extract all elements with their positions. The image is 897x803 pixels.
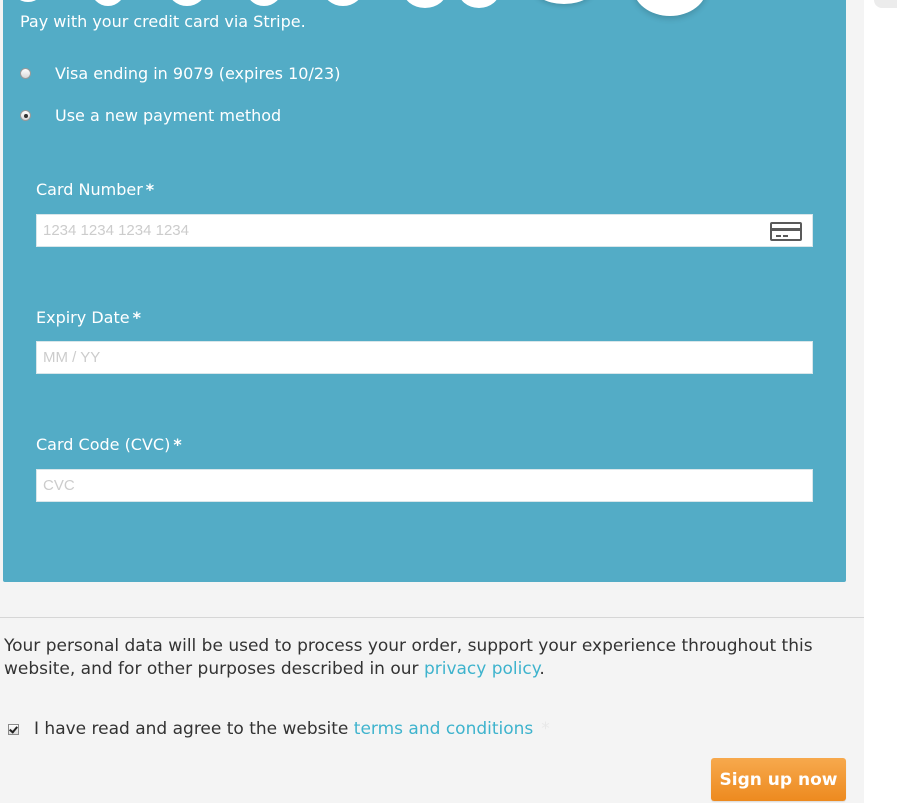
saved-card-radio[interactable] (20, 68, 31, 79)
decorative-bubble (323, 0, 363, 6)
card-number-input[interactable]: 1234 1234 1234 1234 (36, 214, 813, 247)
terms-agreement[interactable]: I have read and agree to the website ter… (8, 719, 550, 739)
page-gutter-corner (874, 0, 897, 8)
card-number-placeholder: 1234 1234 1234 1234 (43, 222, 189, 239)
page-gutter (864, 0, 897, 803)
new-payment-label: Use a new payment method (55, 106, 282, 125)
saved-card-label: Visa ending in 9079 (expires 10/23) (55, 64, 341, 83)
required-mark: * (173, 435, 182, 454)
payment-description: Pay with your credit card via Stripe. (20, 12, 306, 31)
expiry-date-placeholder: MM / YY (43, 349, 101, 366)
terms-link[interactable]: terms and conditions (354, 719, 533, 739)
new-payment-radio[interactable] (20, 110, 31, 121)
privacy-policy-link[interactable]: privacy policy (424, 659, 539, 679)
decorative-bubble (91, 0, 125, 6)
expiry-date-label: Expiry Date * (36, 308, 141, 327)
decorative-bubble (458, 0, 500, 8)
card-code-label: Card Code (CVC) * (36, 435, 182, 454)
terms-text: I have read and agree to the website (34, 719, 349, 739)
privacy-notice: Your personal data will be used to proce… (4, 636, 813, 679)
card-code-input[interactable]: CVC (36, 469, 813, 502)
new-payment-option[interactable]: Use a new payment method (20, 106, 281, 125)
decorative-bubble (246, 0, 282, 6)
decorative-bubble (11, 0, 45, 2)
saved-card-option[interactable]: Visa ending in 9079 (expires 10/23) (20, 64, 340, 83)
stripe-payment-box: Pay with your credit card via Stripe. Vi… (3, 0, 846, 582)
required-mark: * (145, 180, 155, 199)
credit-card-icon (770, 222, 802, 241)
decorative-bubble (633, 0, 707, 16)
decorative-bubble (168, 0, 206, 6)
terms-checkbox[interactable] (8, 723, 19, 735)
required-mark: * (132, 308, 141, 327)
section-divider (0, 617, 864, 618)
card-number-label: Card Number * (36, 180, 155, 199)
expiry-date-input[interactable]: MM / YY (36, 341, 813, 374)
sign-up-button[interactable]: Sign up now (711, 758, 846, 801)
decorative-bubble (531, 0, 597, 4)
required-mark: * (541, 719, 550, 739)
decorative-bubble (403, 0, 447, 8)
card-code-placeholder: CVC (43, 477, 75, 494)
